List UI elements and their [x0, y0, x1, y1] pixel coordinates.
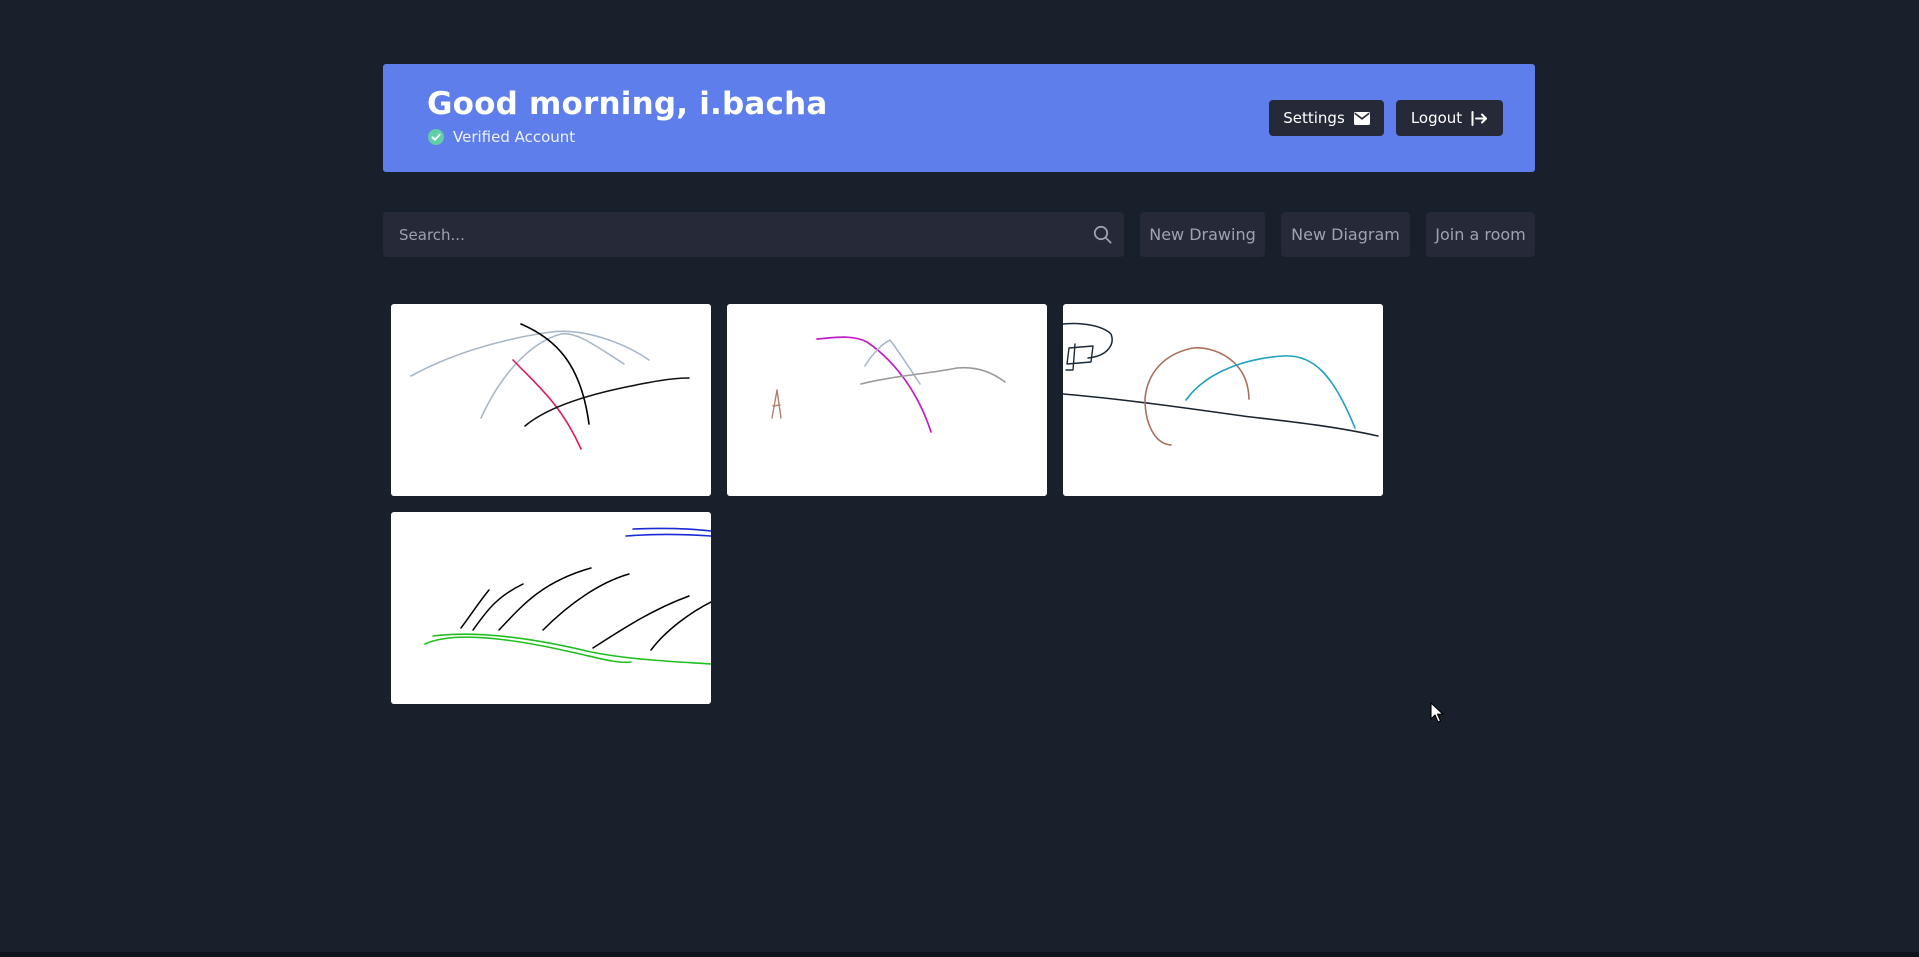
join-room-button[interactable]: Join a room	[1426, 212, 1535, 257]
sketch-stroke	[472, 583, 524, 631]
sketch-stroke	[1063, 393, 1379, 437]
verified-badge: Verified Account	[428, 128, 575, 146]
sketch-stroke	[860, 366, 1006, 385]
sketch-stroke	[524, 377, 690, 427]
sketch-stroke	[410, 330, 650, 377]
drawing-card[interactable]	[1063, 304, 1383, 496]
welcome-header: Good morning, i.bacha Verified Account S…	[383, 64, 1535, 172]
envelope-icon	[1353, 111, 1370, 125]
verified-label: Verified Account	[453, 128, 576, 146]
sketch-stroke	[424, 636, 632, 664]
new-drawing-button[interactable]: New Drawing	[1140, 212, 1265, 257]
toolbar: New Drawing New Diagram Join a room	[383, 212, 1535, 257]
drawing-thumbnail	[424, 527, 711, 665]
sketch-stroke	[816, 336, 932, 433]
drawing-card[interactable]	[391, 512, 711, 704]
settings-button[interactable]: Settings	[1269, 100, 1384, 136]
sketch-stroke	[498, 567, 592, 631]
sketch-stroke	[460, 589, 490, 629]
search-icon[interactable]	[1093, 225, 1112, 244]
logout-button[interactable]: Logout	[1396, 100, 1503, 136]
drawing-card[interactable]	[727, 304, 1047, 496]
sketch-stroke	[771, 389, 782, 419]
logout-label: Logout	[1410, 109, 1463, 127]
sketch-stroke	[1185, 355, 1356, 429]
sketch-stroke	[625, 527, 711, 537]
sketch-stroke	[592, 595, 690, 649]
sketch-stroke	[480, 332, 625, 419]
sketch-stroke	[1063, 322, 1113, 359]
drawing-thumbnail	[410, 323, 690, 450]
sketch-stroke	[1065, 343, 1094, 371]
drawing-thumbnail	[771, 336, 1006, 433]
drawing-card[interactable]	[391, 304, 711, 496]
sketch-stroke	[512, 359, 582, 450]
search-input[interactable]	[383, 212, 1073, 257]
taskbar-edge	[0, 952, 1919, 957]
greeting-title: Good morning, i.bacha	[427, 86, 828, 122]
dashboard-page: Good morning, i.bacha Verified Account S…	[0, 0, 1919, 957]
check-circle-icon	[428, 129, 444, 145]
drawing-thumbnail	[1063, 322, 1379, 446]
sketch-stroke	[432, 633, 711, 665]
sketch-stroke	[1144, 347, 1250, 446]
mouse-cursor-icon	[1430, 702, 1444, 723]
settings-label: Settings	[1283, 109, 1345, 127]
sign-out-icon	[1471, 110, 1488, 126]
search-box	[383, 212, 1124, 257]
new-diagram-button[interactable]: New Diagram	[1281, 212, 1410, 257]
